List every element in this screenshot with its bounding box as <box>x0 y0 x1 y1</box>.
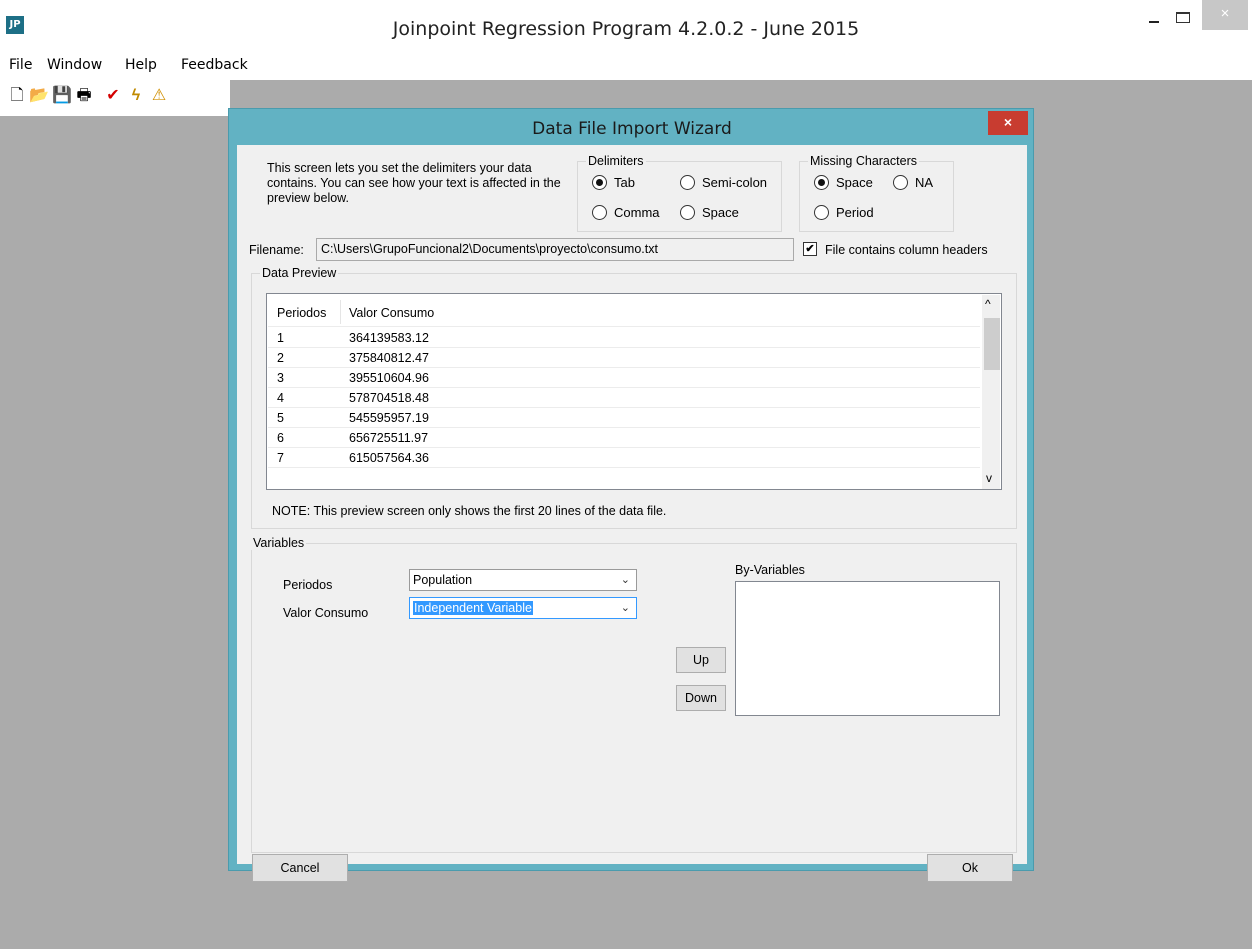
vertical-scrollbar[interactable]: ^ v <box>982 295 1000 489</box>
select-value: Population <box>413 573 473 587</box>
table-cell: 3 <box>277 371 284 385</box>
warning-icon[interactable]: ⚠ <box>150 86 168 106</box>
missing-characters-group: Missing Characters Space NA Period <box>799 154 954 232</box>
menu-window[interactable]: Window <box>47 58 102 72</box>
column-header: Periodos <box>277 306 327 320</box>
by-variables-label: By-Variables <box>735 563 805 577</box>
table-row[interactable]: 2 375840812.47 <box>267 348 981 368</box>
radio-selected-icon <box>814 175 829 190</box>
radio-label: Space <box>702 205 739 220</box>
radio-icon <box>893 175 908 190</box>
scroll-thumb[interactable] <box>984 318 1000 370</box>
new-file-icon[interactable]: 🗋 <box>8 86 26 106</box>
minimize-button[interactable] <box>1148 10 1162 30</box>
import-wizard-dialog: Data File Import Wizard × This screen le… <box>228 108 1034 882</box>
radio-label: Period <box>836 205 874 220</box>
ok-button[interactable]: Ok <box>927 854 1013 882</box>
row-divider <box>268 467 980 468</box>
table-row[interactable]: 5 545595957.19 <box>267 408 981 428</box>
periodos-type-select[interactable]: Population ⌄ <box>409 569 637 591</box>
table-row[interactable]: 7 615057564.36 <box>267 448 981 468</box>
menu-file[interactable]: File <box>9 58 32 72</box>
scroll-down-icon[interactable]: v <box>986 471 992 485</box>
table-row[interactable]: 1 364139583.12 <box>267 328 981 348</box>
table-cell: 2 <box>277 351 284 365</box>
filename-label: Filename: <box>249 243 304 257</box>
menu-bar: File Window Help Feedback <box>0 58 1252 80</box>
table-cell: 6 <box>277 431 284 445</box>
column-headers-label: File contains column headers <box>825 243 988 257</box>
table-cell: 375840812.47 <box>349 351 429 365</box>
radio-icon <box>814 205 829 220</box>
variables-label: Variables <box>251 536 307 550</box>
filename-field[interactable]: C:\Users\GrupoFuncional2\Documents\proye… <box>316 238 794 261</box>
table-cell: 615057564.36 <box>349 451 429 465</box>
menu-feedback[interactable]: Feedback <box>181 58 248 72</box>
up-button[interactable]: Up <box>676 647 726 673</box>
chevron-down-icon: ⌄ <box>620 574 630 586</box>
dialog-close-button[interactable]: × <box>988 111 1028 135</box>
table-cell: 1 <box>277 331 284 345</box>
radio-label: NA <box>915 175 934 190</box>
header-divider <box>268 326 980 327</box>
save-icon[interactable]: 💾 <box>52 86 72 106</box>
radio-label: Semi-colon <box>702 175 768 190</box>
delimiters-label: Delimiters <box>586 154 646 168</box>
select-value: Independent Variable <box>413 601 533 615</box>
data-preview-group: Data Preview Periodos Valor Consumo 1 36… <box>251 266 1017 529</box>
down-button[interactable]: Down <box>676 685 726 711</box>
delimiters-group: Delimiters Tab Semi-colon Comma Space <box>577 154 782 232</box>
by-variables-list[interactable] <box>735 581 1000 716</box>
table-row[interactable]: 6 656725511.97 <box>267 428 981 448</box>
menu-help[interactable]: Help <box>125 58 157 72</box>
intro-text: This screen lets you set the delimiters … <box>267 161 561 205</box>
column-header: Valor Consumo <box>349 306 435 320</box>
check-icon[interactable]: ✔ <box>104 86 122 106</box>
table-cell: 545595957.19 <box>349 411 429 425</box>
window-title: Joinpoint Regression Program 4.2.0.2 - J… <box>392 18 860 40</box>
scroll-up-icon[interactable]: ^ <box>985 297 991 311</box>
radio-label: Tab <box>614 175 635 190</box>
table-cell: 395510604.96 <box>349 371 429 385</box>
column-headers-checkbox[interactable]: ✔ <box>803 242 817 256</box>
table-row[interactable]: 4 578704518.48 <box>267 388 981 408</box>
missing-characters-label: Missing Characters <box>808 154 919 168</box>
open-folder-icon[interactable]: 📂 <box>29 86 49 106</box>
table-cell: 656725511.97 <box>349 431 429 445</box>
lightning-icon[interactable]: ϟ <box>127 86 145 106</box>
dialog-title: Data File Import Wizard <box>532 119 732 139</box>
table-cell: 5 <box>277 411 284 425</box>
table-cell: 7 <box>277 451 284 465</box>
preview-note: NOTE: This preview screen only shows the… <box>272 504 667 518</box>
chevron-down-icon: ⌄ <box>620 602 630 614</box>
table-row[interactable]: 3 395510604.96 <box>267 368 981 388</box>
variable-name: Valor Consumo <box>283 606 369 620</box>
table-cell: 4 <box>277 391 284 405</box>
valor-consumo-type-select[interactable]: Independent Variable ⌄ <box>409 597 637 619</box>
close-window-button[interactable]: × <box>1202 0 1248 30</box>
table-cell: 578704518.48 <box>349 391 429 405</box>
print-icon[interactable]: 🖶 <box>75 86 93 106</box>
radio-icon <box>680 205 695 220</box>
radio-label: Comma <box>614 205 660 220</box>
dialog-body: This screen lets you set the delimiters … <box>237 145 1027 882</box>
radio-selected-icon <box>592 175 607 190</box>
cancel-button[interactable]: Cancel <box>252 854 348 882</box>
variables-group: Variables Periodos Population ⌄ Valor Co… <box>251 536 1017 853</box>
maximize-button[interactable] <box>1176 12 1190 23</box>
table-cell: 364139583.12 <box>349 331 429 345</box>
radio-icon <box>680 175 695 190</box>
variable-name: Periodos <box>283 578 333 592</box>
data-preview-table[interactable]: Periodos Valor Consumo 1 364139583.12 2 … <box>266 293 1002 490</box>
data-preview-label: Data Preview <box>260 266 339 280</box>
column-divider <box>340 300 341 324</box>
radio-label: Space <box>836 175 873 190</box>
radio-icon <box>592 205 607 220</box>
